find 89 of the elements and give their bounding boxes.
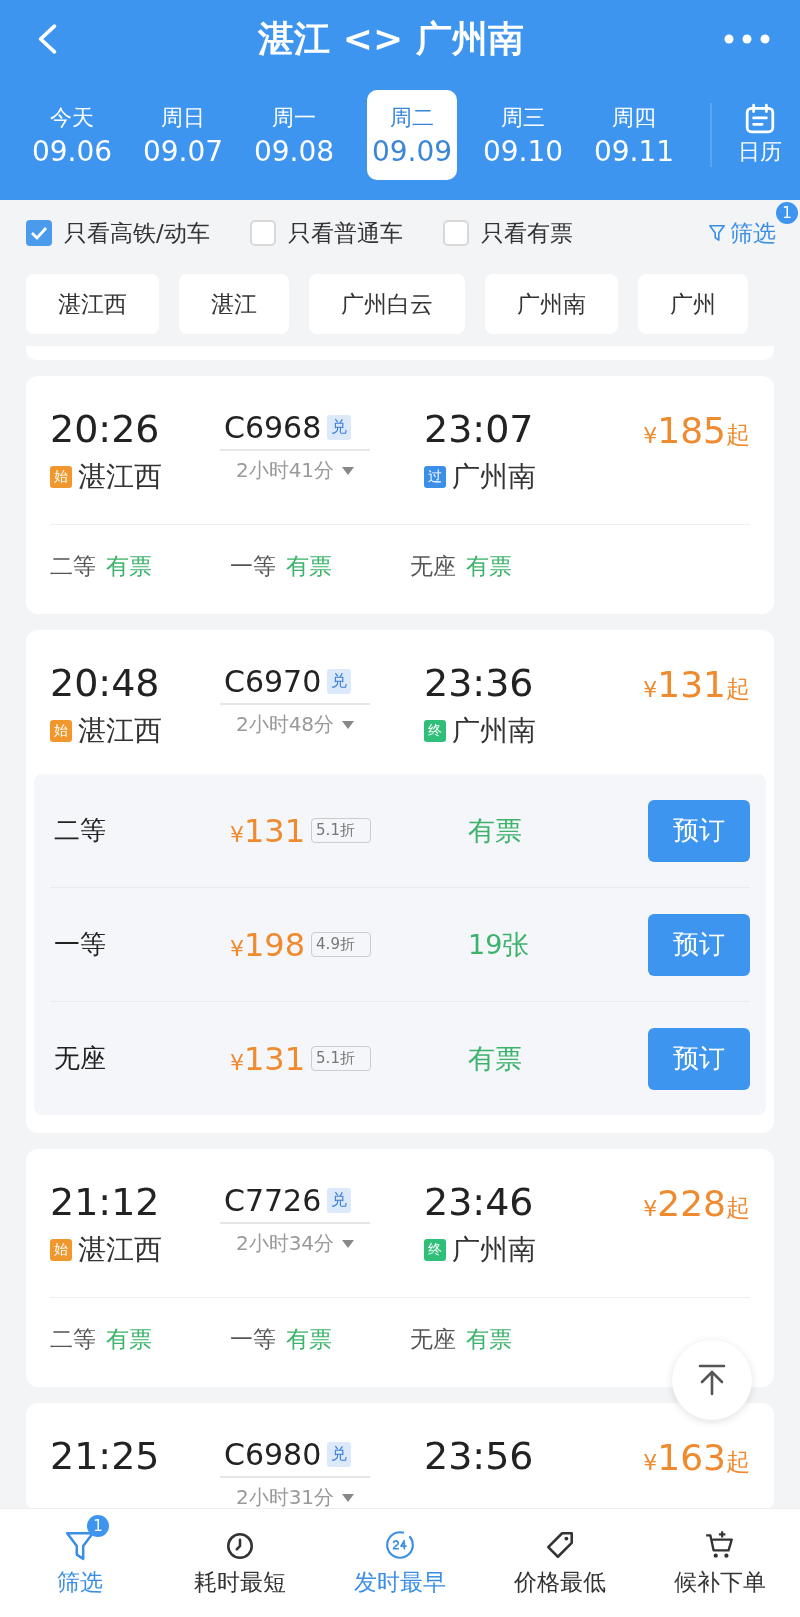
checkbox[interactable] [442,220,469,246]
station-name: 湛江西 [78,459,162,495]
station-name: 湛江西 [78,1232,162,1268]
availability: 有票 [286,1325,332,1354]
availability: 有票 [106,552,152,581]
more-icon[interactable] [724,34,770,44]
count-badge: 1 [87,1514,109,1537]
station-name: 湛江西 [78,713,162,749]
train-card[interactable]: 20:26 始 湛江西 C6968 兑 2小时41分 23:07 过 广州南 ¥185起 二等 有票 一等 有票 无座 有票 [26,376,774,614]
train-tag: 兑 [327,415,352,440]
station-tag: 终 [424,1239,446,1261]
availability: 有票 [286,552,332,581]
checkbox-label[interactable]: 只看有票 [480,217,573,249]
availability: 有票 [466,1325,512,1354]
train-number[interactable]: C6980 [224,1437,322,1472]
train-card[interactable]: 21:25 C6980 兑 2小时31分 23:56 ¥163起 [26,1403,774,1508]
train-card[interactable]: 21:12 始 湛江西 C7726 兑 2小时34分 23:46 终 广州南 ¥228起 二等 有票 一等 有票 无座 有票 [26,1149,774,1387]
seat-class: 一等 [54,928,107,961]
caret-icon [342,1239,355,1248]
train-tag: 兑 [327,1188,352,1213]
availability: 有票 [106,1325,152,1354]
back-icon[interactable] [36,23,58,55]
nav-tab[interactable]: 耗时最短 [165,1528,315,1598]
station-chip[interactable]: 广州白云 [309,274,465,334]
station-name: 广州南 [452,459,536,495]
checkbox-label[interactable]: 只看普通车 [287,217,403,249]
seat-price: ¥198 [230,925,306,964]
station-tag: 始 [50,1239,72,1261]
train-tag: 兑 [327,669,352,694]
cart-icon [704,1528,736,1561]
train-tag: 兑 [327,1442,352,1467]
station-chip[interactable]: 广州南 [485,274,618,334]
lowest-price: ¥131起 [643,664,750,705]
departure-time: 20:48 [50,660,161,707]
arrival-time: 23:07 [424,406,535,453]
lowest-price: ¥163起 [643,1437,750,1478]
lowest-price: ¥185起 [643,410,750,451]
departure-time: 21:12 [50,1179,161,1226]
arrival-time: 23:56 [424,1433,535,1480]
clock-icon [384,1528,416,1561]
seat-class: 二等 [50,1325,96,1354]
seat-class: 一等 [230,552,276,581]
train-number[interactable]: C6968 [224,410,322,445]
train-card[interactable]: 20:48 始 湛江西 C6970 兑 2小时48分 23:36 终 广州南 ¥131起 二等 ¥131 5.1折 有票 预订 一等 ¥198 4.9折 19张 预订 无座 ¥131 5.1折 有票 预订 [26,630,774,1133]
filter-icon [708,223,726,243]
station-name: 广州南 [452,713,536,749]
seat-class: 无座 [54,1042,107,1075]
calendar-icon [744,103,776,135]
station-tag: 过 [424,466,446,488]
station-chip[interactable]: 湛江 [179,274,289,334]
seat-class: 无座 [410,1325,456,1354]
station-chip[interactable]: 湛江西 [26,274,159,334]
caret-icon [342,720,355,729]
station-tag: 终 [424,720,446,742]
nav-tab[interactable]: 候补下单 [645,1528,795,1598]
caret-icon [342,1493,355,1502]
seat-class: 二等 [54,814,107,847]
station-tag: 始 [50,720,72,742]
page-title: 湛江 <> 广州南 [258,16,524,61]
seat-class: 一等 [230,1325,276,1354]
availability: 有票 [466,552,512,581]
seat-price: ¥131 [230,811,306,850]
discount-tag: 5.1折 [311,1046,372,1071]
arrow-up-icon [697,1363,727,1397]
seat-class: 无座 [410,552,456,581]
station-name: 广州南 [452,1232,536,1268]
train-number[interactable]: C7726 [224,1183,322,1218]
seat-price: ¥131 [230,1039,306,1078]
departure-time: 21:25 [50,1433,161,1480]
caret-icon [342,466,355,475]
station-tag: 始 [50,466,72,488]
count-badge: 1 [776,201,798,224]
checkbox[interactable] [26,220,52,246]
nav-tab[interactable]: 价格最低 [485,1528,635,1598]
date-tab[interactable]: 周二 09.09 [367,90,457,180]
arrival-time: 23:46 [424,1179,535,1226]
station-chip[interactable]: 广州 [638,274,748,334]
lowest-price: ¥228起 [643,1183,750,1224]
checkbox[interactable] [249,220,276,246]
availability: 有票 [468,1041,523,1076]
checkbox-label[interactable]: 只看高铁/动车 [64,217,210,249]
availability: 19张 [468,927,531,962]
discount-tag: 4.9折 [311,932,372,957]
train-number[interactable]: C6970 [224,664,322,699]
arrival-time: 23:36 [424,660,535,707]
discount-tag: 5.1折 [311,818,372,843]
seat-class: 二等 [50,552,96,581]
availability: 有票 [468,813,523,848]
departure-time: 20:26 [50,406,161,453]
